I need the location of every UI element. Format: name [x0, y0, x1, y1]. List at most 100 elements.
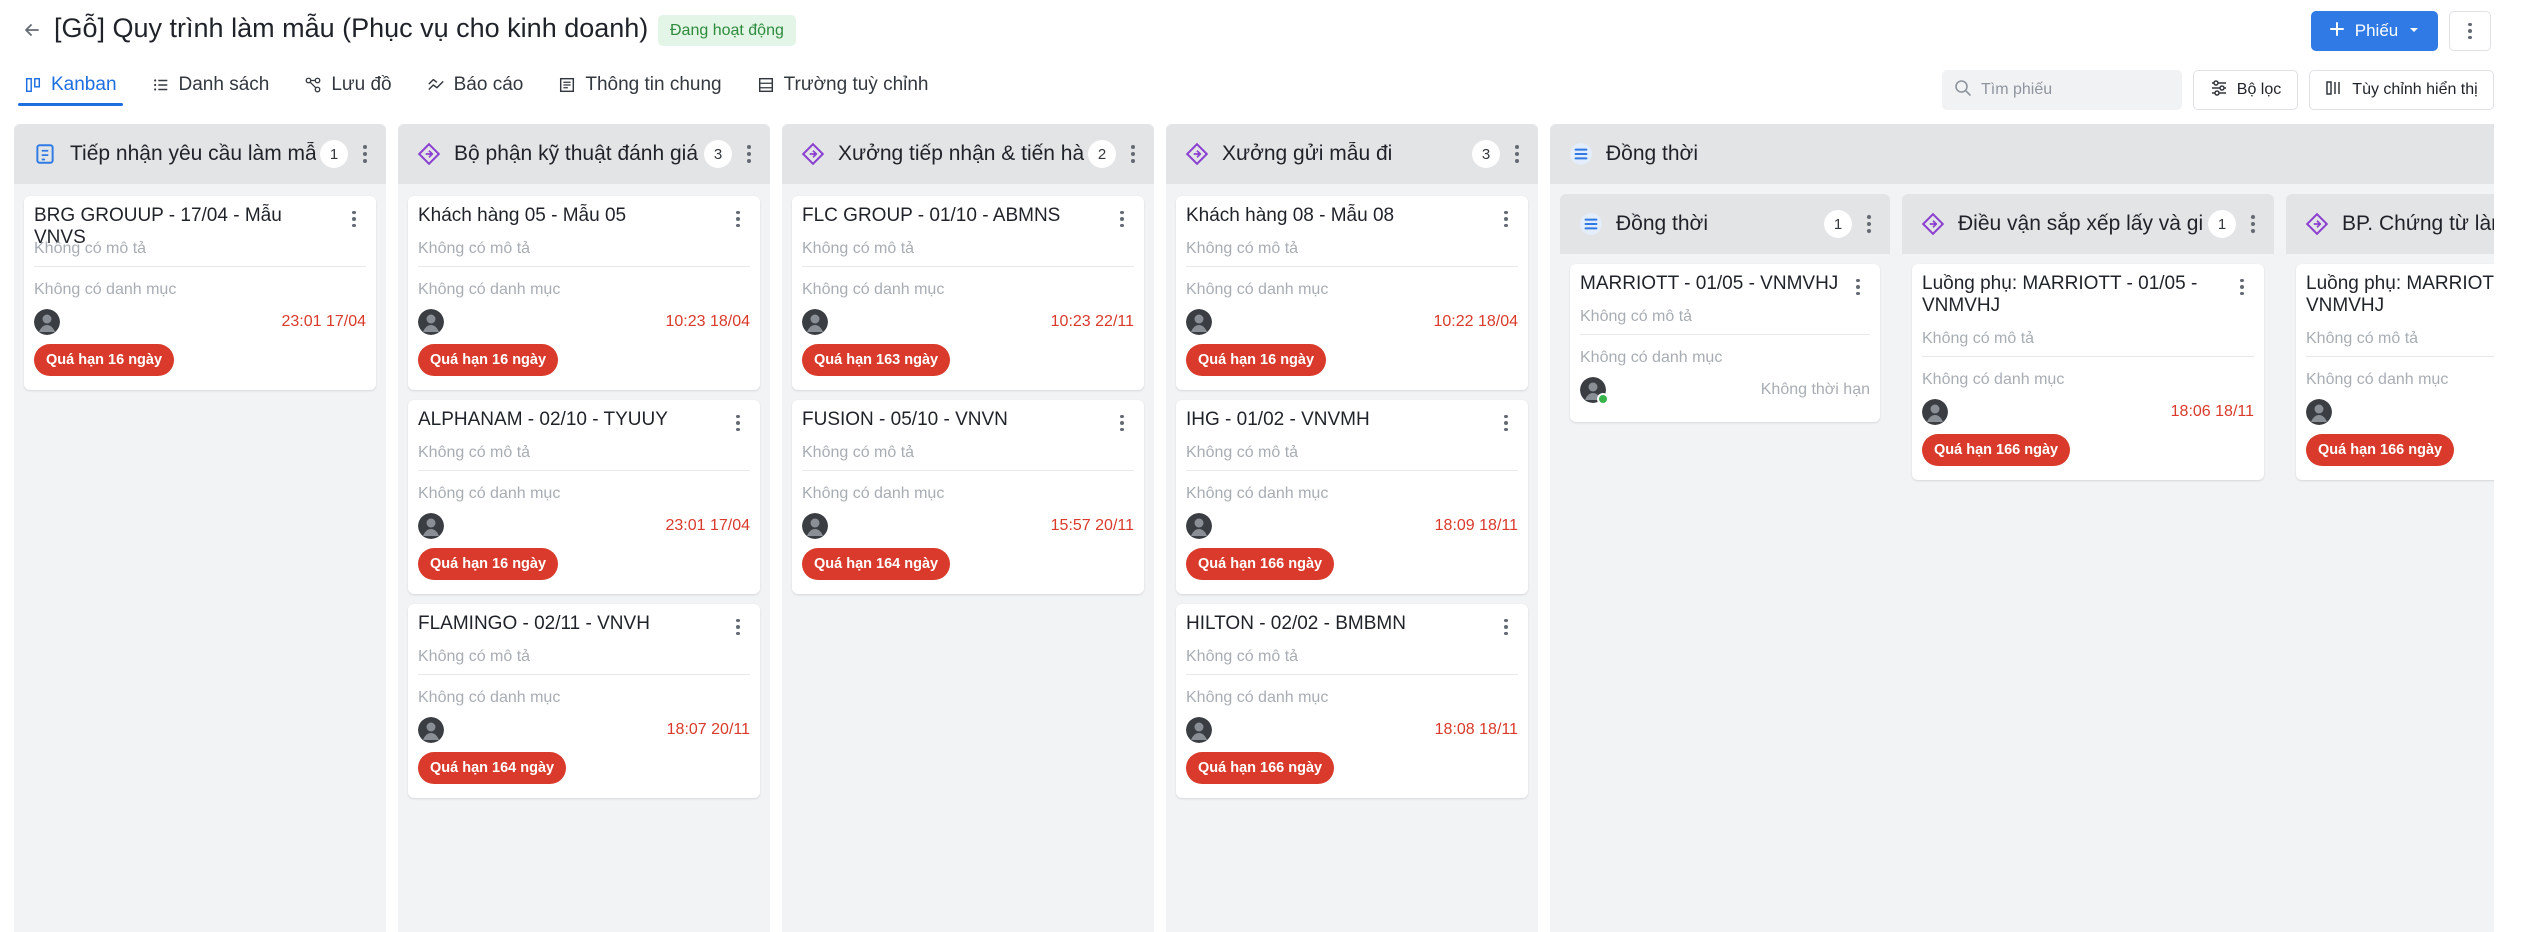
column-count-badge: 3 [1472, 140, 1500, 168]
ticket-deadline: 23:01 17/04 [281, 313, 366, 330]
ticket-menu-icon[interactable] [1498, 208, 1514, 230]
back-arrow-icon[interactable] [18, 16, 46, 44]
ticket-category: Không có danh mục [1186, 281, 1329, 298]
tab-kanban[interactable]: Kanban [18, 64, 123, 106]
search-input[interactable] [1981, 81, 2171, 99]
card-divider [802, 266, 1134, 267]
tab-custom-fields[interactable]: Trường tuỳ chỉnh [751, 64, 935, 106]
assignee-avatar[interactable] [802, 309, 828, 335]
kanban-icon [24, 76, 42, 94]
column-header[interactable]: Xưởng tiếp nhận & tiến hành 2 [782, 124, 1154, 184]
assignee-avatar[interactable] [418, 309, 444, 335]
diamond-step-icon [1920, 211, 1946, 237]
ticket-category: Không có danh mục [802, 281, 945, 298]
ticket-card[interactable]: MARRIOTT - 01/05 - VNMVHJ Không có mô tả K… [1570, 264, 1880, 422]
column-header[interactable]: BP. Chứng từ làm [2286, 194, 2494, 254]
ticket-menu-icon[interactable] [2234, 276, 2250, 298]
ticket-category: Không có danh mục [1580, 349, 1723, 366]
ticket-card[interactable]: Luồng phụ: MARRIOTT - 01/05 - VNMVHJ Khôn… [2296, 264, 2494, 480]
column-header[interactable]: Đồng thời [1550, 124, 2494, 184]
column-header[interactable]: Xưởng gửi mẫu đi 3 [1166, 124, 1538, 184]
ticket-title: Khách hàng 08 - Mẫu 08 [1186, 205, 1395, 226]
column-menu-icon[interactable] [2242, 210, 2264, 238]
more-options-button[interactable] [2449, 11, 2491, 51]
assignee-avatar[interactable] [2306, 399, 2332, 425]
custom-fields-icon [757, 76, 775, 94]
column-menu-icon[interactable] [738, 140, 760, 168]
column-count-badge: 1 [1824, 210, 1852, 238]
ticket-card[interactable]: HILTON - 02/02 - BMBMN Không có mô tả Khôn… [1176, 604, 1528, 798]
customize-view-button[interactable]: Tùy chỉnh hiển thị [2309, 70, 2494, 110]
ticket-deadline: 18:09 18/11 [1434, 517, 1518, 534]
ticket-menu-icon[interactable] [730, 412, 746, 434]
ticket-deadline: Không thời hạn [1760, 381, 1870, 398]
ticket-menu-icon[interactable] [1114, 412, 1130, 434]
ticket-card[interactable]: FUSION - 05/10 - VNVN Không có mô tả Không… [792, 400, 1144, 594]
tab-label: Danh sách [178, 74, 270, 95]
ticket-deadline: 10:22 18/04 [1433, 313, 1518, 330]
ticket-category: Không có danh mục [34, 281, 177, 298]
ticket-title: IHG - 01/02 - VNVMH [1186, 409, 1370, 430]
overdue-badge: Quá hạn 16 ngày [418, 344, 559, 376]
column-menu-icon[interactable] [1122, 140, 1144, 168]
column-header[interactable]: Điều vận sắp xếp lấy và giao 1 [1902, 194, 2274, 254]
tab-label: Trường tuỳ chỉnh [783, 74, 929, 95]
search-icon [1954, 79, 1972, 102]
column-menu-icon[interactable] [1506, 140, 1528, 168]
tab-flowchart[interactable]: Lưu đồ [298, 64, 397, 106]
card-divider [1580, 334, 1870, 335]
tab-info[interactable]: Thông tin chung [552, 64, 727, 106]
column-count-badge: 3 [704, 140, 732, 168]
assignee-avatar[interactable] [802, 513, 828, 539]
assignee-avatar[interactable] [1186, 717, 1212, 743]
ticket-menu-icon[interactable] [730, 616, 746, 638]
ticket-description: Không có mô tả [802, 240, 915, 257]
column-menu-icon[interactable] [1858, 210, 1880, 238]
ticket-card[interactable]: IHG - 01/02 - VNVMH Không có mô tả Không c… [1176, 400, 1528, 594]
ticket-category: Không có danh mục [418, 485, 561, 502]
ticket-description: Không có mô tả [418, 444, 531, 461]
tab-list[interactable]: Danh sách [146, 64, 276, 106]
ticket-title: Luồng phụ: MARRIOTT - 01/05 - VNMVHJ [2306, 273, 2494, 316]
ticket-card[interactable]: FLAMINGO - 02/11 - VNVH Không có mô tả Khô… [408, 604, 760, 798]
ticket-card[interactable]: BRG GROUUP - 17/04 - Mẫu VNVS Không có mô… [24, 196, 376, 390]
ticket-card[interactable]: Luồng phụ: MARRIOTT - 01/05 - VNMVHJ Khôn… [1912, 264, 2264, 480]
ticket-menu-icon[interactable] [1498, 412, 1514, 434]
card-divider [1186, 674, 1518, 675]
new-ticket-button[interactable]: Phiếu [2311, 11, 2438, 51]
ticket-card[interactable]: ALPHANAM - 02/10 - TYUUY Không có mô tả Kh… [408, 400, 760, 594]
ticket-menu-icon[interactable] [730, 208, 746, 230]
ticket-card[interactable]: Khách hàng 05 - Mẫu 05 Không có mô tả Khôn… [408, 196, 760, 390]
diamond-step-icon [416, 141, 442, 167]
assignee-avatar[interactable] [418, 717, 444, 743]
ticket-menu-icon[interactable] [1850, 276, 1866, 298]
ticket-deadline: 23:01 17/04 [665, 517, 750, 534]
ticket-category: Không có danh mục [418, 281, 561, 298]
tab-report[interactable]: Báo cáo [421, 64, 530, 106]
ticket-menu-icon[interactable] [346, 208, 362, 230]
ticket-description: Không có mô tả [1580, 308, 1693, 325]
ticket-card[interactable]: FLC GROUP - 01/10 - ABMNS Không có mô tả K… [792, 196, 1144, 390]
page-header: [Gỗ] Quy trình làm mẫu (Phục vụ cho kinh… [0, 0, 2524, 60]
assignee-avatar[interactable] [418, 513, 444, 539]
ticket-description: Không có mô tả [34, 240, 147, 257]
assignee-avatar[interactable] [34, 309, 60, 335]
assignee-avatar[interactable] [1186, 513, 1212, 539]
ticket-card[interactable]: Khách hàng 08 - Mẫu 08 Không có mô tả Khôn… [1176, 196, 1528, 390]
ticket-category: Không có danh mục [1186, 689, 1329, 706]
column-title: Xưởng tiếp nhận & tiến hành [838, 142, 1084, 165]
column-header[interactable]: Đồng thời 1 [1560, 194, 1890, 254]
column-title: BP. Chứng từ làm [2342, 212, 2494, 235]
diamond-step-icon [800, 141, 826, 167]
column-header[interactable]: Bộ phận kỹ thuật đánh giá 3 [398, 124, 770, 184]
overdue-badge: Quá hạn 163 ngày [802, 344, 951, 376]
ticket-menu-icon[interactable] [1498, 616, 1514, 638]
assignee-avatar[interactable] [1922, 399, 1948, 425]
kanban-board: Tiếp nhận yêu cầu làm mẫu 1 BRG GROUUP - 1… [0, 124, 2494, 932]
overdue-badge: Quá hạn 166 ngày [2306, 434, 2455, 466]
assignee-avatar[interactable] [1186, 309, 1212, 335]
column-header[interactable]: Tiếp nhận yêu cầu làm mẫu 1 [14, 124, 386, 184]
filter-button[interactable]: Bộ lọc [2193, 70, 2298, 110]
ticket-menu-icon[interactable] [1114, 208, 1130, 230]
column-menu-icon[interactable] [354, 140, 376, 168]
